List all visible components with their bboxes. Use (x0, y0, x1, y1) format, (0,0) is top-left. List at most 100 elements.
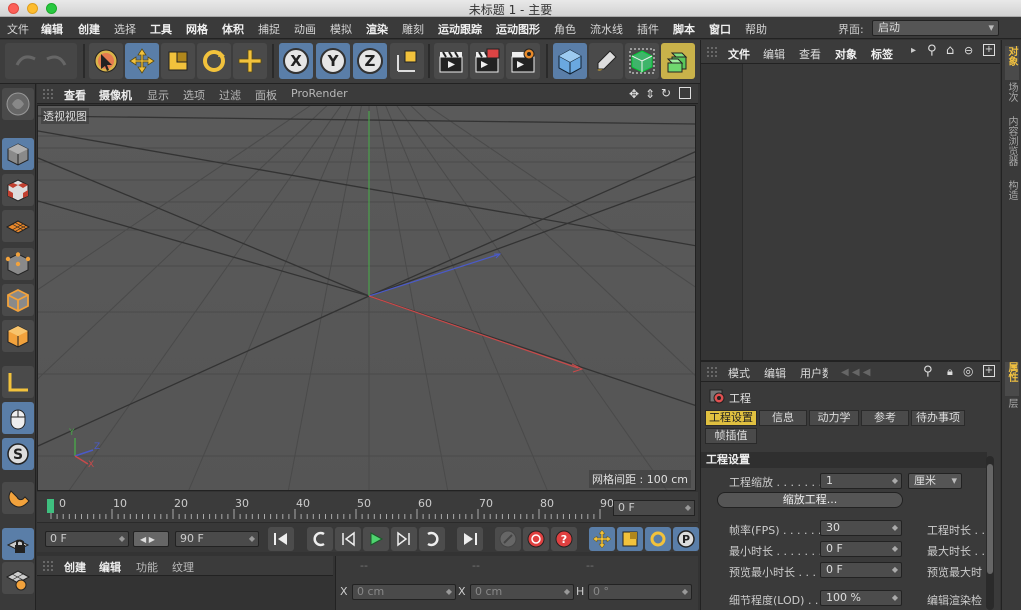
key-position-button[interactable] (589, 527, 615, 551)
array-cloner-button[interactable] (661, 43, 695, 79)
coordinate-system-button[interactable] (390, 43, 424, 79)
target-icon[interactable]: ◎ (963, 364, 973, 378)
menu-pipeline[interactable]: 流水线 (590, 21, 623, 37)
object-menu-file[interactable]: 文件 (728, 46, 750, 62)
enable-axis-button[interactable] (2, 366, 34, 398)
record-keys-button[interactable] (495, 527, 521, 551)
new-panel-icon[interactable]: + (983, 365, 995, 377)
tab-takes[interactable]: 场次 (1005, 82, 1019, 112)
viewport-menu-prorender[interactable]: ProRender (291, 87, 348, 100)
polygons-mode-button[interactable] (2, 320, 34, 352)
key-rotation-button[interactable] (645, 527, 671, 551)
lock-workplane-button[interactable] (2, 528, 34, 560)
key-parameter-button[interactable]: P (673, 527, 699, 551)
viewport-menu-filter[interactable]: 过滤 (219, 87, 241, 103)
viewport-menu-view[interactable]: 查看 (64, 87, 86, 103)
play-button[interactable] (363, 527, 389, 551)
tweak-mode-button[interactable] (2, 402, 34, 434)
add-cube-button[interactable] (553, 43, 587, 79)
next-frame-button[interactable] (391, 527, 417, 551)
render-settings-button[interactable] (506, 43, 540, 79)
go-to-end-button[interactable] (457, 527, 483, 551)
tab-reference[interactable]: 参考 (861, 410, 909, 426)
scrollbar-thumb[interactable] (987, 464, 993, 574)
menu-volume[interactable]: 体积 (222, 21, 244, 37)
search-icon[interactable]: ⚲ (923, 364, 933, 379)
object-menu-edit[interactable]: 编辑 (763, 46, 785, 62)
edges-mode-button[interactable] (2, 284, 34, 316)
timeline-playhead[interactable] (47, 499, 54, 513)
scale-tool-button[interactable] (161, 43, 195, 79)
coord-pos-x-field[interactable]: 0 cm ◆ (352, 584, 456, 600)
menu-file[interactable]: 文件 (7, 21, 29, 37)
menu-animate[interactable]: 动画 (294, 21, 316, 37)
coord-size-x-field[interactable]: 0 cm ◆ (470, 584, 574, 600)
preview-min-time-field[interactable]: 0 F ◆ (820, 562, 902, 578)
subdivision-surface-button[interactable] (625, 43, 659, 79)
new-panel-icon[interactable]: + (983, 44, 995, 56)
tab-dynamics[interactable]: 动力学 (809, 410, 859, 426)
material-menu-texture[interactable]: 纹理 (172, 559, 194, 575)
snap-button[interactable]: S (2, 438, 34, 470)
tab-structure[interactable]: 构造 (1005, 180, 1019, 210)
timeline[interactable]: 0 10 20 30 40 50 60 70 80 90 0 F ◆ (37, 492, 698, 522)
object-menu-tags[interactable]: 标签 (871, 46, 893, 62)
object-list[interactable] (700, 64, 1000, 360)
next-key-button[interactable] (419, 527, 445, 551)
model-mode-button[interactable] (2, 138, 34, 170)
tab-todo[interactable]: 待办事项 (911, 410, 965, 426)
make-editable-button[interactable] (2, 88, 34, 120)
live-selection-button[interactable] (89, 43, 123, 79)
start-frame-field[interactable]: 0 F ◆ (45, 531, 129, 547)
perspective-viewport[interactable]: Y Z X 透视视图 网格间距 : 100 cm (37, 105, 696, 491)
menu-edit[interactable]: 编辑 (41, 21, 63, 37)
project-scale-unit-select[interactable]: 厘米 ▾ (908, 473, 962, 489)
fps-field[interactable]: 30 ◆ (820, 520, 902, 536)
menu-window[interactable]: 窗口 (709, 21, 731, 37)
magnet-snap-button[interactable] (2, 482, 34, 514)
home-icon[interactable]: ⌂ (946, 43, 954, 58)
lock-icon[interactable]: 🔒︎ (947, 365, 953, 379)
menu-create[interactable]: 创建 (78, 21, 100, 37)
object-menu-view[interactable]: 查看 (799, 46, 821, 62)
lod-field[interactable]: 100 % ◆ (820, 590, 902, 606)
material-menu-edit[interactable]: 编辑 (99, 559, 121, 575)
autokey-button[interactable] (523, 527, 549, 551)
viewport-menu-camera[interactable]: 摄像机 (99, 87, 132, 103)
move-tool-button[interactable] (125, 43, 159, 79)
current-frame-field[interactable]: 0 F ◆ (613, 500, 695, 516)
project-scale-field[interactable]: 1 ◆ (820, 473, 902, 489)
menu-character[interactable]: 角色 (554, 21, 576, 37)
timeline-ruler[interactable]: 0 10 20 30 40 50 60 70 80 90 (45, 495, 614, 519)
y-axis-lock-button[interactable]: Y (316, 43, 350, 79)
tab-layers[interactable]: 层 (1005, 398, 1019, 418)
menu-motion-tracking[interactable]: 运动跟踪 (438, 21, 482, 37)
layout-select[interactable]: 启动 ▾ (872, 20, 999, 36)
z-axis-lock-button[interactable]: Z (353, 43, 387, 79)
menu-script[interactable]: 脚本 (673, 21, 695, 37)
transform-tool-button[interactable] (233, 43, 267, 79)
tab-content-browser[interactable]: 内容浏览器 (1005, 116, 1019, 176)
tab-project-settings[interactable]: 工程设置 (705, 410, 757, 426)
menu-select[interactable]: 选择 (114, 21, 136, 37)
material-list[interactable] (37, 577, 333, 610)
material-menu-function[interactable]: 功能 (136, 559, 158, 575)
viewport-menu-options[interactable]: 选项 (183, 87, 205, 103)
search-icon[interactable]: ⚲ (927, 43, 937, 58)
menu-tools[interactable]: 工具 (150, 21, 172, 37)
menu-help[interactable]: 帮助 (745, 21, 767, 37)
menu-render[interactable]: 渲染 (366, 21, 388, 37)
rotate-view-icon[interactable]: ↻ (661, 86, 671, 100)
attribute-scrollbar[interactable] (986, 456, 994, 610)
material-menu-create[interactable]: 创建 (64, 559, 86, 575)
frame-range-slider[interactable]: ◀ ▶ (133, 531, 169, 547)
go-to-start-button[interactable] (268, 527, 294, 551)
minus-icon[interactable]: ⊖ (964, 44, 973, 57)
rotate-tool-button[interactable] (197, 43, 231, 79)
x-axis-lock-button[interactable]: X (279, 43, 313, 79)
planar-workplane-button[interactable] (2, 562, 34, 594)
tab-info[interactable]: 信息 (759, 410, 807, 426)
menu-mesh[interactable]: 网格 (186, 21, 208, 37)
maximize-view-icon[interactable] (679, 87, 691, 99)
render-view-button[interactable] (434, 43, 468, 79)
